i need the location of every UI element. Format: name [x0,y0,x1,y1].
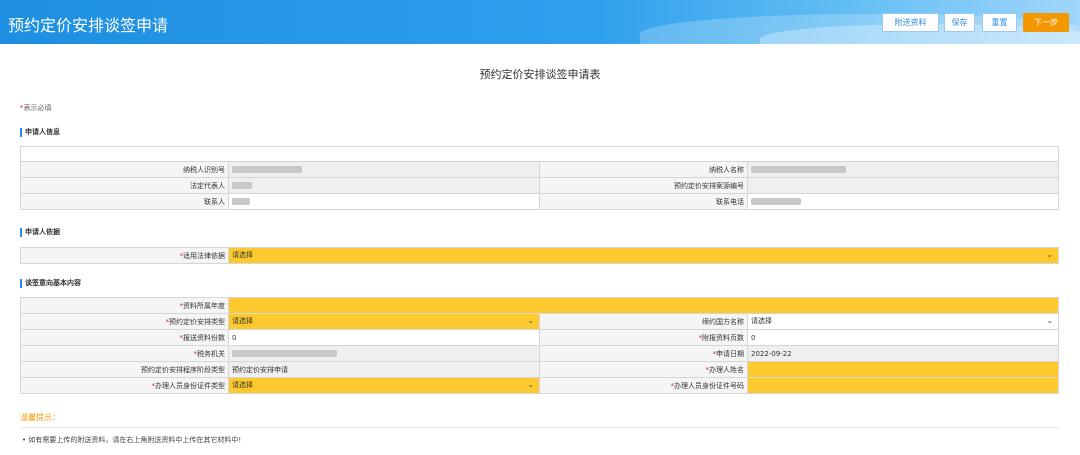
treaty-country-label: 缔约国方名称 [539,313,748,330]
tax-office-value [228,345,540,362]
redacted-value [232,166,302,173]
stage-type-value: 预约定价安排申请 [228,361,540,378]
tips-title: 温馨提示： [20,413,60,422]
handler-id-type-label: *办理人员身份证件类型 [20,377,229,394]
section-applicant-basis: 申请人依据 [20,228,60,237]
copies-label: *报送资料份数 [20,329,229,346]
chevron-down-icon: ⌄ [527,380,534,389]
handler-name-input[interactable] [746,361,1060,378]
contact-phone-value[interactable] [747,193,1059,210]
data-year-label: *资料所属年度 [20,297,229,314]
form-title: 预约定价安排谈签申请表 [479,68,601,81]
reset-button[interactable]: 重置 [982,13,1017,32]
redacted-value [751,166,846,173]
taxpayer-name-label: 纳税人名称 [539,161,748,178]
pages-input[interactable]: 0 [746,329,1060,346]
section-intent: 谈签意向基本内容 [20,279,81,288]
table-row: 预约定价安排程序阶段类型 预约定价安排申请 *办理人姓名 [20,361,1060,378]
apply-date-label: *申请日期 [539,345,748,362]
applicant-basis-table: *适用法律依据 请选择 ⌄ [20,247,1059,264]
applicant-info-table: 纳税人识别号 纳税人名称 法定代表人 预约定价安排案源编号 联系人 联系电话 [20,146,1059,210]
table-row: *资料所属年度 [20,297,1060,314]
legal-rep-value [228,177,540,194]
case-no-label: 预约定价安排案源编号 [539,177,748,194]
apa-type-select[interactable]: 请选择 ⌄ [228,313,540,330]
app-title: 预约定价安排谈签申请 [8,16,169,35]
handler-name-label: *办理人姓名 [539,361,748,378]
case-no-value [747,177,1059,194]
contact-phone-label: 联系电话 [539,193,748,210]
stage-type-label: 预约定价安排程序阶段类型 [20,361,229,378]
header-bar: 预约定价安排谈签申请 附送资料 保存 重置 下一步 [0,0,1080,44]
handler-id-no-label: *办理人员身份证件号码 [539,377,748,394]
legal-basis-label: *适用法律依据 [20,247,229,264]
treaty-country-select[interactable]: 请选择 ⌄ [746,313,1060,330]
attachments-button[interactable]: 附送资料 [882,13,939,32]
redacted-value [751,198,801,205]
next-step-button[interactable]: 下一步 [1023,13,1069,32]
tax-office-label: *税务机关 [20,345,229,362]
tips-divider [20,427,1060,428]
chevron-down-icon: ⌄ [1046,250,1053,259]
contact-label: 联系人 [20,193,229,210]
apa-type-label: *预约定价安排类型 [20,313,229,330]
pages-label: *附报资料页数 [539,329,748,346]
taxpayer-id-label: 纳税人识别号 [20,161,229,178]
table-row: 法定代表人 预约定价安排案源编号 [20,177,1059,194]
table-row: *报送资料份数 0 *附报资料页数 0 [20,329,1060,346]
handler-id-no-input[interactable] [746,377,1060,394]
apply-date-value: 2022-09-22 [746,345,1060,362]
legal-rep-label: 法定代表人 [20,177,229,194]
taxpayer-name-value [747,161,1059,178]
tips-text: • 如有需要上传的附送资料，请在右上角附送资料中上传在其它材料中! [22,436,242,444]
section-applicant-info: 申请人信息 [20,128,60,137]
data-year-input[interactable] [227,297,1060,314]
table-row: *预约定价安排类型 请选择 ⌄ 缔约国方名称 请选择 ⌄ [20,313,1060,330]
save-button[interactable]: 保存 [944,13,975,32]
redacted-value [232,198,250,205]
redacted-value [232,350,337,357]
redacted-value [232,182,252,189]
taxpayer-id-value [228,161,540,178]
table-row: *税务机关 *申请日期 2022-09-22 [20,345,1060,362]
handler-id-type-select[interactable]: 请选择 ⌄ [228,377,540,394]
table-row: 纳税人识别号 纳税人名称 [20,161,1059,178]
required-note: *表示必填 [20,104,52,112]
chevron-down-icon: ⌄ [527,316,534,325]
copies-input[interactable]: 0 [228,329,540,346]
table-row: *适用法律依据 请选择 ⌄ [20,247,1059,264]
table-row: 联系人 联系电话 [20,193,1059,210]
legal-basis-select[interactable]: 请选择 ⌄ [228,247,1059,264]
table-row: *办理人员身份证件类型 请选择 ⌄ *办理人员身份证件号码 [20,377,1060,394]
chevron-down-icon: ⌄ [1046,316,1054,325]
intent-table: *资料所属年度 *预约定价安排类型 请选择 ⌄ 缔约国方名称 请选择 ⌄ *报送资料… [20,297,1060,394]
contact-value[interactable] [228,193,540,210]
table-header-row [20,146,1059,162]
